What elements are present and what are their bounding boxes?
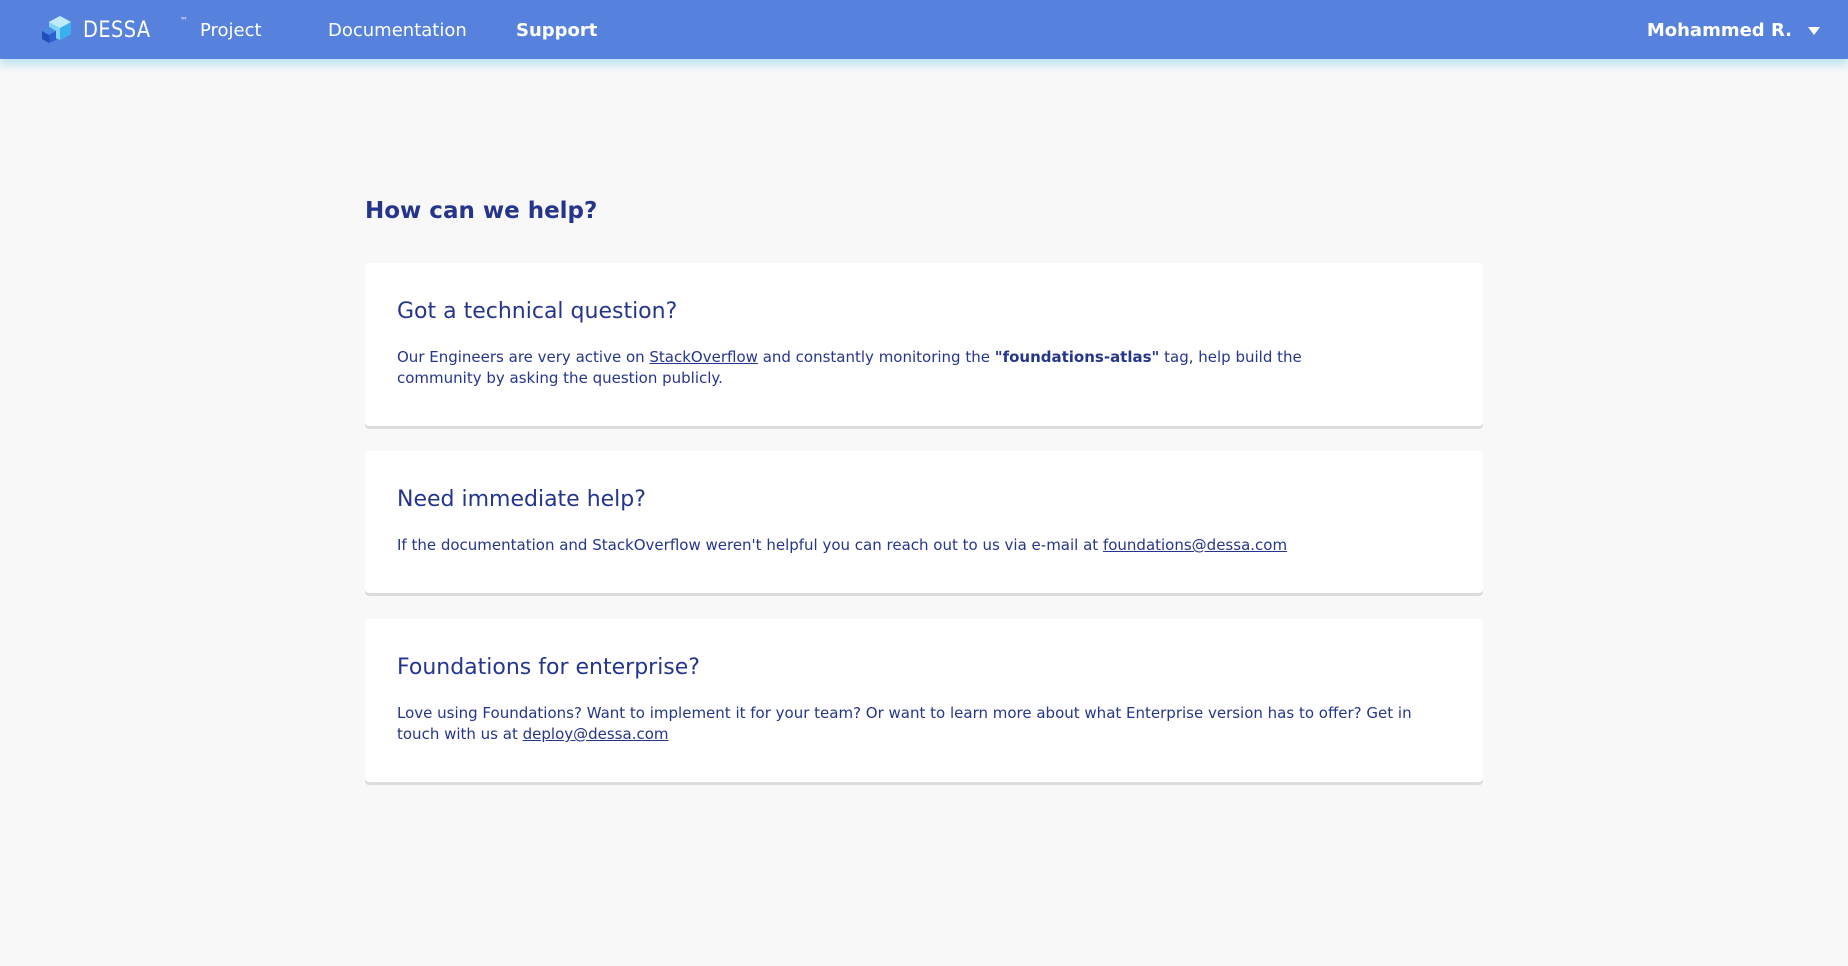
card-text-part: Our Engineers are very active on: [397, 348, 650, 366]
deploy-email-link[interactable]: deploy@dessa.com: [523, 725, 669, 743]
card-text-part: and constantly monitoring the: [757, 348, 995, 366]
nav-documentation[interactable]: Documentation: [328, 20, 467, 41]
brand-name: DESSA: [83, 17, 151, 43]
user-menu[interactable]: Mohammed R.: [1647, 20, 1820, 41]
technical-question-card: Got a technical question? Our Engineers …: [365, 263, 1483, 426]
user-name: Mohammed R.: [1646, 20, 1792, 41]
nav-support[interactable]: Support: [516, 20, 597, 41]
card-heading: Foundations for enterprise?: [397, 655, 700, 680]
card-heading: Need immediate help?: [397, 487, 646, 512]
stackoverflow-link[interactable]: StackOverflow: [649, 348, 758, 366]
brand-trademark: ™: [180, 16, 188, 25]
chevron-down-icon: [1808, 26, 1820, 35]
card-text: Love using Foundations? Want to implemen…: [397, 703, 1451, 745]
card-text: Our Engineers are very active on StackOv…: [397, 347, 1357, 389]
tag-name: "foundations-atlas": [994, 348, 1160, 366]
immediate-help-card: Need immediate help? If the documentatio…: [365, 451, 1483, 593]
enterprise-card: Foundations for enterprise? Love using F…: [365, 619, 1483, 782]
card-text-part: If the documentation and StackOverflow w…: [397, 536, 1103, 554]
nav-project[interactable]: Project: [200, 20, 262, 41]
card-heading: Got a technical question?: [397, 299, 678, 324]
foundations-email-link[interactable]: foundations@dessa.com: [1103, 536, 1287, 554]
dessa-logo[interactable]: DESSA ™: [41, 14, 188, 46]
page-title: How can we help?: [365, 198, 598, 224]
dessa-logo-icon: [42, 16, 71, 43]
top-navbar: DESSA ™ Project Documentation Support Mo…: [0, 0, 1848, 59]
card-text: If the documentation and StackOverflow w…: [397, 535, 1451, 556]
